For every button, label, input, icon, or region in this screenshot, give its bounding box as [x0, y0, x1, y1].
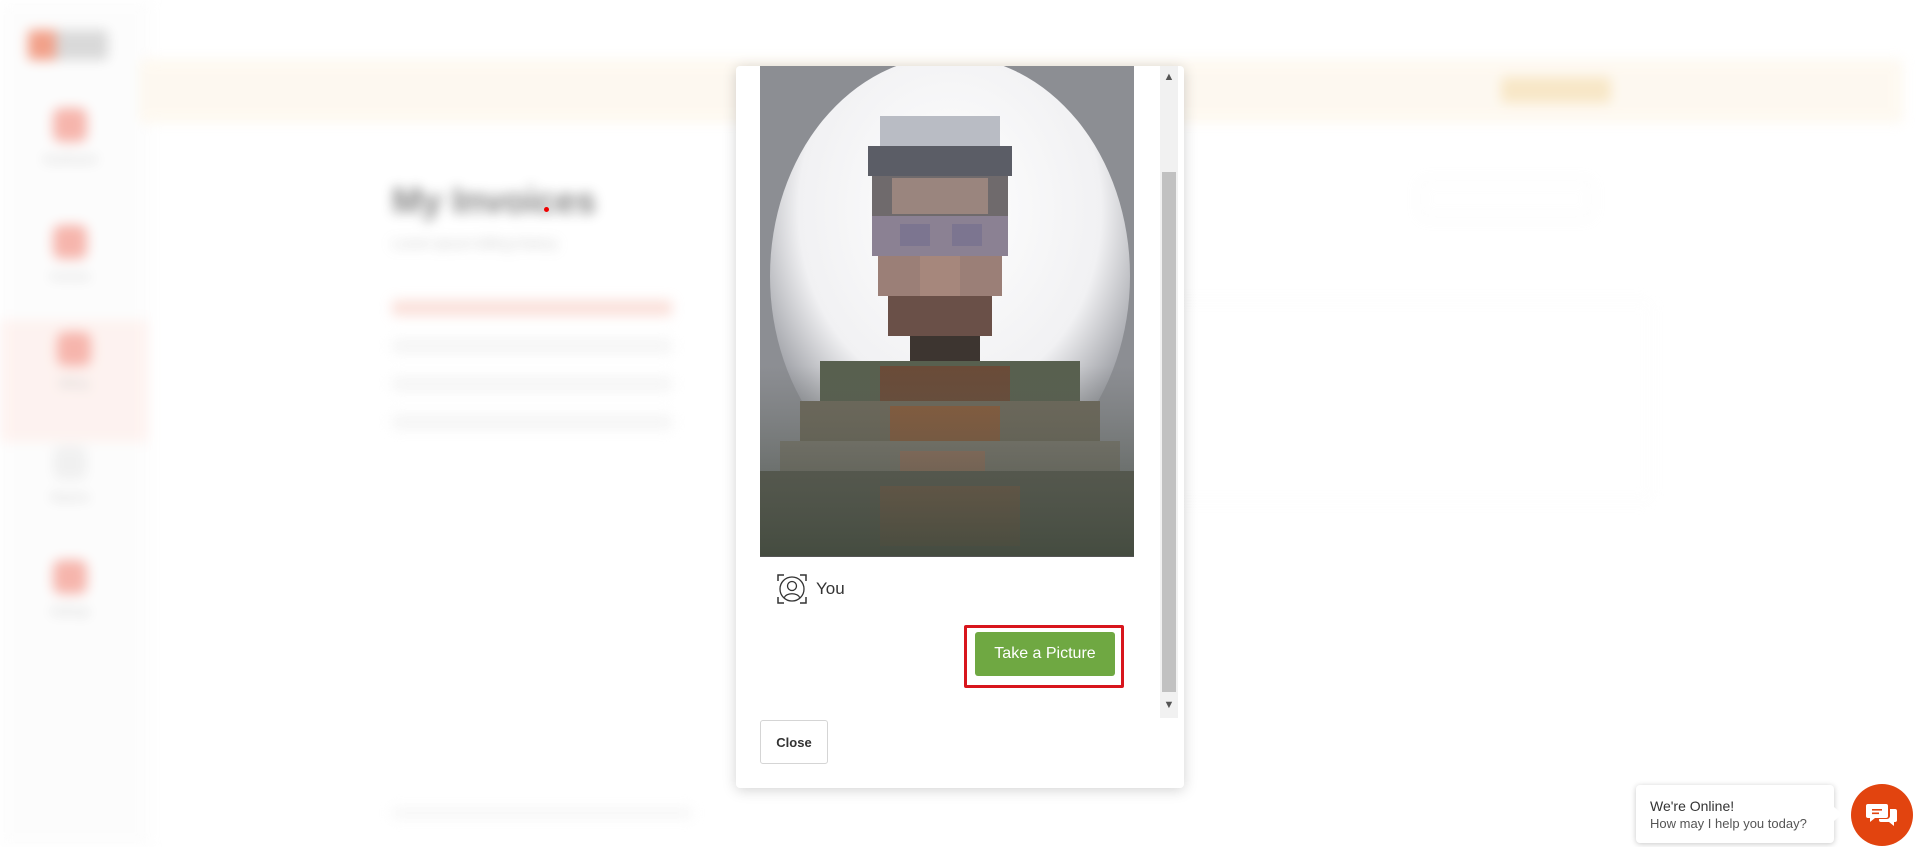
sidebar-item-invoices[interactable]: Invoices: [30, 225, 110, 305]
scroll-down-arrow-icon[interactable]: ▼: [1160, 696, 1178, 714]
sidebar-item-billing[interactable]: Billing: [0, 320, 148, 442]
face-scan-icon: [777, 574, 807, 604]
settings-icon: [53, 560, 87, 594]
page-subtitle: Lorem ipsum billing history: [392, 235, 558, 251]
chat-subtitle: How may I help you today?: [1650, 816, 1807, 831]
filter-option[interactable]: [392, 414, 672, 430]
you-label: You: [816, 579, 845, 598]
chat-launcher-button[interactable]: [1851, 784, 1913, 846]
billing-icon: [57, 332, 91, 366]
invoices-icon: [53, 225, 87, 259]
take-picture-highlight: Take a Picture: [964, 625, 1124, 688]
logo: [28, 30, 108, 60]
scrollbar-thumb[interactable]: [1162, 172, 1176, 692]
camera-preview: [760, 66, 1134, 557]
dashboard-icon: [53, 108, 87, 142]
close-button[interactable]: Close: [760, 720, 828, 764]
take-picture-button[interactable]: Take a Picture: [975, 632, 1115, 676]
you-row: You: [776, 573, 845, 605]
invoice-card: [1150, 300, 1652, 502]
footer: [392, 808, 692, 818]
header-action-button[interactable]: [1420, 180, 1592, 218]
sidebar-item-settings[interactable]: Settings: [30, 560, 110, 640]
reports-icon: [53, 446, 87, 480]
banner-button[interactable]: [1501, 77, 1611, 103]
sidebar-item-dashboard[interactable]: Dashboard: [30, 108, 110, 188]
chat-icon: [1866, 804, 1897, 826]
modal-scroll-area[interactable]: You Take a Picture: [760, 66, 1142, 718]
modal-scrollbar[interactable]: ▲ ▼: [1160, 66, 1178, 718]
chat-title: We're Online!: [1650, 798, 1735, 814]
filter-option[interactable]: [392, 338, 672, 354]
sidebar-item-reports[interactable]: Reports: [30, 446, 110, 526]
filter-option[interactable]: [392, 376, 672, 392]
page-title: My Invoices: [392, 180, 597, 221]
filter-option[interactable]: [392, 300, 672, 316]
filter-panel: [392, 300, 672, 480]
camera-feed-image: [760, 66, 1134, 556]
scroll-up-arrow-icon[interactable]: ▲: [1160, 68, 1178, 86]
chat-greeting[interactable]: We're Online! How may I help you today?: [1636, 785, 1842, 843]
cursor-marker: [544, 207, 549, 212]
take-picture-modal: You Take a Picture ▲ ▼ Close: [736, 66, 1184, 788]
sidebar: Dashboard Invoices Billing Reports Setti…: [0, 0, 149, 847]
